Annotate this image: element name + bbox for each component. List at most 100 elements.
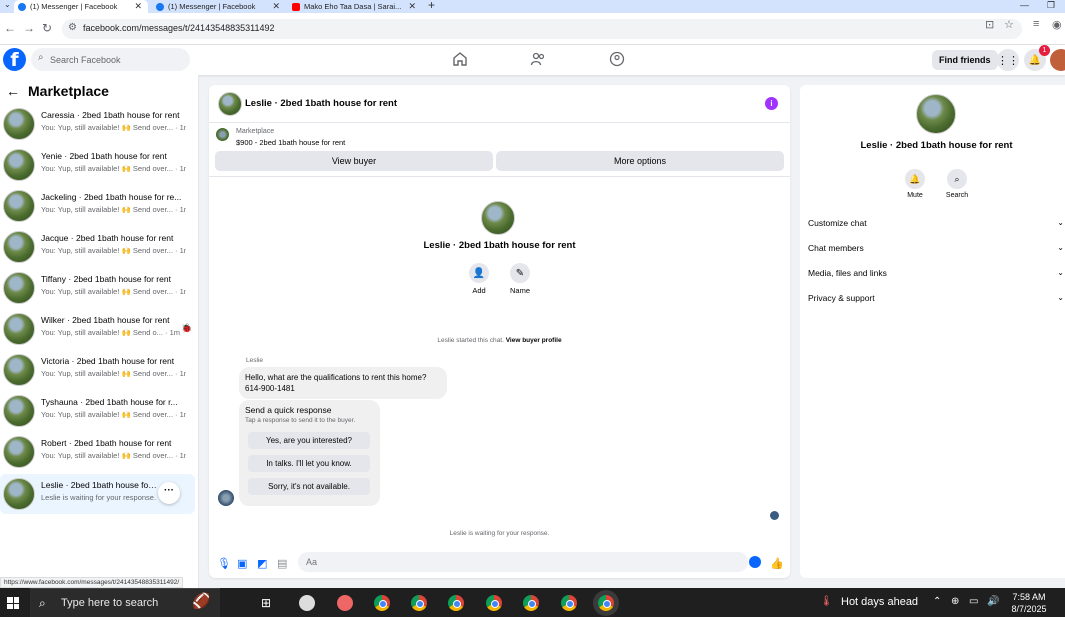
message-input[interactable]: [306, 555, 726, 569]
minimize-window-icon[interactable]: —: [1020, 0, 1029, 10]
search-action[interactable]: ⌕ Search: [937, 169, 977, 199]
menu-grid-button[interactable]: ⋮⋮: [997, 49, 1019, 71]
listing-thumbnail[interactable]: [216, 128, 229, 141]
avatar: [3, 108, 35, 140]
chat-snippet: You: Yup, still available! 🙌 Send over..…: [41, 164, 186, 173]
emoji-icon[interactable]: [749, 556, 761, 568]
browser-tab-messenger-2[interactable]: (1) Messenger | Facebook ✕: [152, 0, 286, 13]
conversation-title[interactable]: Leslie · 2bed 1bath house for rent: [245, 98, 397, 109]
quick-response-button[interactable]: Sorry, it's not available.: [248, 478, 370, 495]
avatar[interactable]: [218, 92, 242, 116]
more-options-button[interactable]: More options: [496, 151, 784, 171]
friends-icon[interactable]: [530, 51, 546, 67]
weather-text[interactable]: Hot days ahead: [841, 596, 918, 608]
info-icon[interactable]: i: [765, 97, 778, 110]
back-arrow-icon[interactable]: ←: [6, 83, 20, 99]
install-app-icon[interactable]: ⊡: [985, 18, 994, 31]
bookmark-star-icon[interactable]: ☆: [1004, 18, 1014, 31]
chrome-icon[interactable]: [486, 595, 502, 611]
site-info-icon[interactable]: ⚙: [68, 22, 77, 33]
volume-icon[interactable]: 🔊: [987, 596, 999, 607]
chat-list-item[interactable]: Caressia · 2bed 1bath house for rent You…: [0, 104, 195, 144]
chrome-icon[interactable]: [523, 595, 539, 611]
extensions-icon[interactable]: ≡: [1033, 18, 1039, 30]
chat-list-item[interactable]: Tiffany · 2bed 1bath house for rent You:…: [0, 268, 195, 308]
quick-response-button[interactable]: Yes, are you interested?: [248, 432, 370, 449]
notification-badge: 1: [1039, 45, 1050, 56]
taskbar-app-icon[interactable]: [299, 595, 315, 611]
chat-list-item-active[interactable]: Leslie · 2bed 1bath house for re... Lesl…: [0, 474, 195, 514]
search-input[interactable]: [50, 51, 185, 68]
chat-list-item[interactable]: Robert · 2bed 1bath house for rent You: …: [0, 432, 195, 472]
display-icon[interactable]: ▭: [969, 596, 978, 607]
view-buyer-profile-link[interactable]: View buyer profile: [506, 337, 562, 344]
browser-tab-messenger-1[interactable]: (1) Messenger | Facebook ✕: [14, 0, 148, 13]
chevron-down-icon: ⌄: [1057, 293, 1064, 302]
network-icon[interactable]: ⊕: [951, 596, 959, 607]
task-view-icon[interactable]: ⊞: [261, 596, 271, 610]
close-tab-icon[interactable]: ✕: [272, 1, 280, 12]
privacy-support-section[interactable]: Privacy & support ⌄: [808, 288, 1065, 308]
find-friends-button[interactable]: Find friends: [932, 50, 998, 70]
media-files-links-section[interactable]: Media, files and links ⌄: [808, 263, 1065, 283]
back-icon[interactable]: ←: [4, 21, 16, 35]
sports-widget-icon[interactable]: 🏈: [192, 592, 211, 610]
forward-icon[interactable]: →: [23, 21, 35, 35]
avatar: [3, 313, 35, 345]
account-avatar[interactable]: [1050, 49, 1065, 71]
chrome-icon[interactable]: [561, 595, 577, 611]
gif-icon[interactable]: ▤: [277, 557, 287, 570]
chat-list-item[interactable]: Yenie · 2bed 1bath house for rent You: Y…: [0, 145, 195, 185]
chat-list-item[interactable]: Jackeling · 2bed 1bath house for re... Y…: [0, 186, 195, 226]
chat-list-item[interactable]: Victoria · 2bed 1bath house for rent You…: [0, 350, 195, 390]
microphone-icon[interactable]: 🎙: [217, 557, 231, 570]
profile-icon[interactable]: ◉: [1052, 18, 1062, 31]
close-tab-icon[interactable]: ✕: [408, 1, 416, 12]
listing-price[interactable]: $900 - 2bed 1bath house for rent: [236, 138, 345, 147]
browser-tab-youtube[interactable]: Mako Eho Taa Dasa | Sarai... ✕: [288, 0, 422, 13]
clock-time: 7:58 AM: [1012, 592, 1046, 602]
customize-chat-section[interactable]: Customize chat ⌄: [808, 213, 1065, 233]
windows-start-icon[interactable]: [7, 597, 19, 609]
chrome-icon[interactable]: [411, 595, 427, 611]
chat-list-item[interactable]: Jacque · 2bed 1bath house for rent You: …: [0, 227, 195, 267]
sticker-icon[interactable]: ◩: [257, 557, 267, 570]
chat-list-item[interactable]: Tyshauna · 2bed 1bath house for r... You…: [0, 391, 195, 431]
more-options-icon[interactable]: ···: [158, 482, 180, 504]
omnibox[interactable]: ⚙ facebook.com/messages/t/24143548835311…: [62, 19, 1022, 39]
view-buyer-button[interactable]: View buyer: [215, 151, 493, 171]
search-label: Search: [945, 192, 969, 199]
restore-window-icon[interactable]: ❐: [1047, 0, 1055, 11]
chrome-icon[interactable]: [374, 595, 390, 611]
taskbar-clock[interactable]: 7:58 AM 8/7/2025: [1004, 591, 1054, 615]
tab-search-chevron-icon[interactable]: ⌄: [4, 0, 11, 9]
add-action[interactable]: 👤 Add: [459, 263, 499, 295]
close-tab-icon[interactable]: ✕: [134, 1, 142, 12]
chat-list-item[interactable]: Wilker · 2bed 1bath house for rent You: …: [0, 309, 195, 349]
message-input-wrapper[interactable]: [298, 552, 748, 572]
add-label: Add: [472, 286, 486, 295]
avatar[interactable]: [916, 94, 956, 134]
facebook-top-nav: f ⌕ Find friends ⋮⋮ 🔔 1: [0, 45, 1065, 75]
facebook-search[interactable]: ⌕: [31, 48, 190, 71]
photo-icon[interactable]: ▣: [237, 557, 247, 570]
mute-action[interactable]: 🔔 Mute: [895, 169, 935, 199]
avatar[interactable]: [481, 201, 515, 235]
thumbs-up-icon[interactable]: 👍: [770, 557, 784, 570]
windows-taskbar: ⌕ Type here to search 🏈 ⊞ 🌡 Hot days ahe…: [0, 588, 1065, 617]
facebook-logo-icon[interactable]: f: [3, 48, 26, 71]
groups-icon[interactable]: [609, 51, 625, 67]
chevron-up-icon[interactable]: ⌃: [933, 596, 941, 607]
chat-name: Yenie · 2bed 1bath house for rent: [41, 151, 167, 161]
name-action[interactable]: ✎ Name: [500, 263, 540, 295]
chat-members-section[interactable]: Chat members ⌄: [808, 238, 1065, 258]
reload-icon[interactable]: ↻: [42, 21, 52, 35]
home-icon[interactable]: [452, 51, 468, 67]
section-label: Media, files and links: [808, 268, 887, 278]
pencil-icon: ✎: [510, 263, 530, 283]
new-tab-icon[interactable]: +: [428, 0, 435, 12]
chrome-icon[interactable]: [448, 595, 464, 611]
chrome-icon-active[interactable]: [598, 595, 614, 611]
taskbar-app-icon[interactable]: [337, 595, 353, 611]
quick-response-button[interactable]: In talks. I'll let you know.: [248, 455, 370, 472]
